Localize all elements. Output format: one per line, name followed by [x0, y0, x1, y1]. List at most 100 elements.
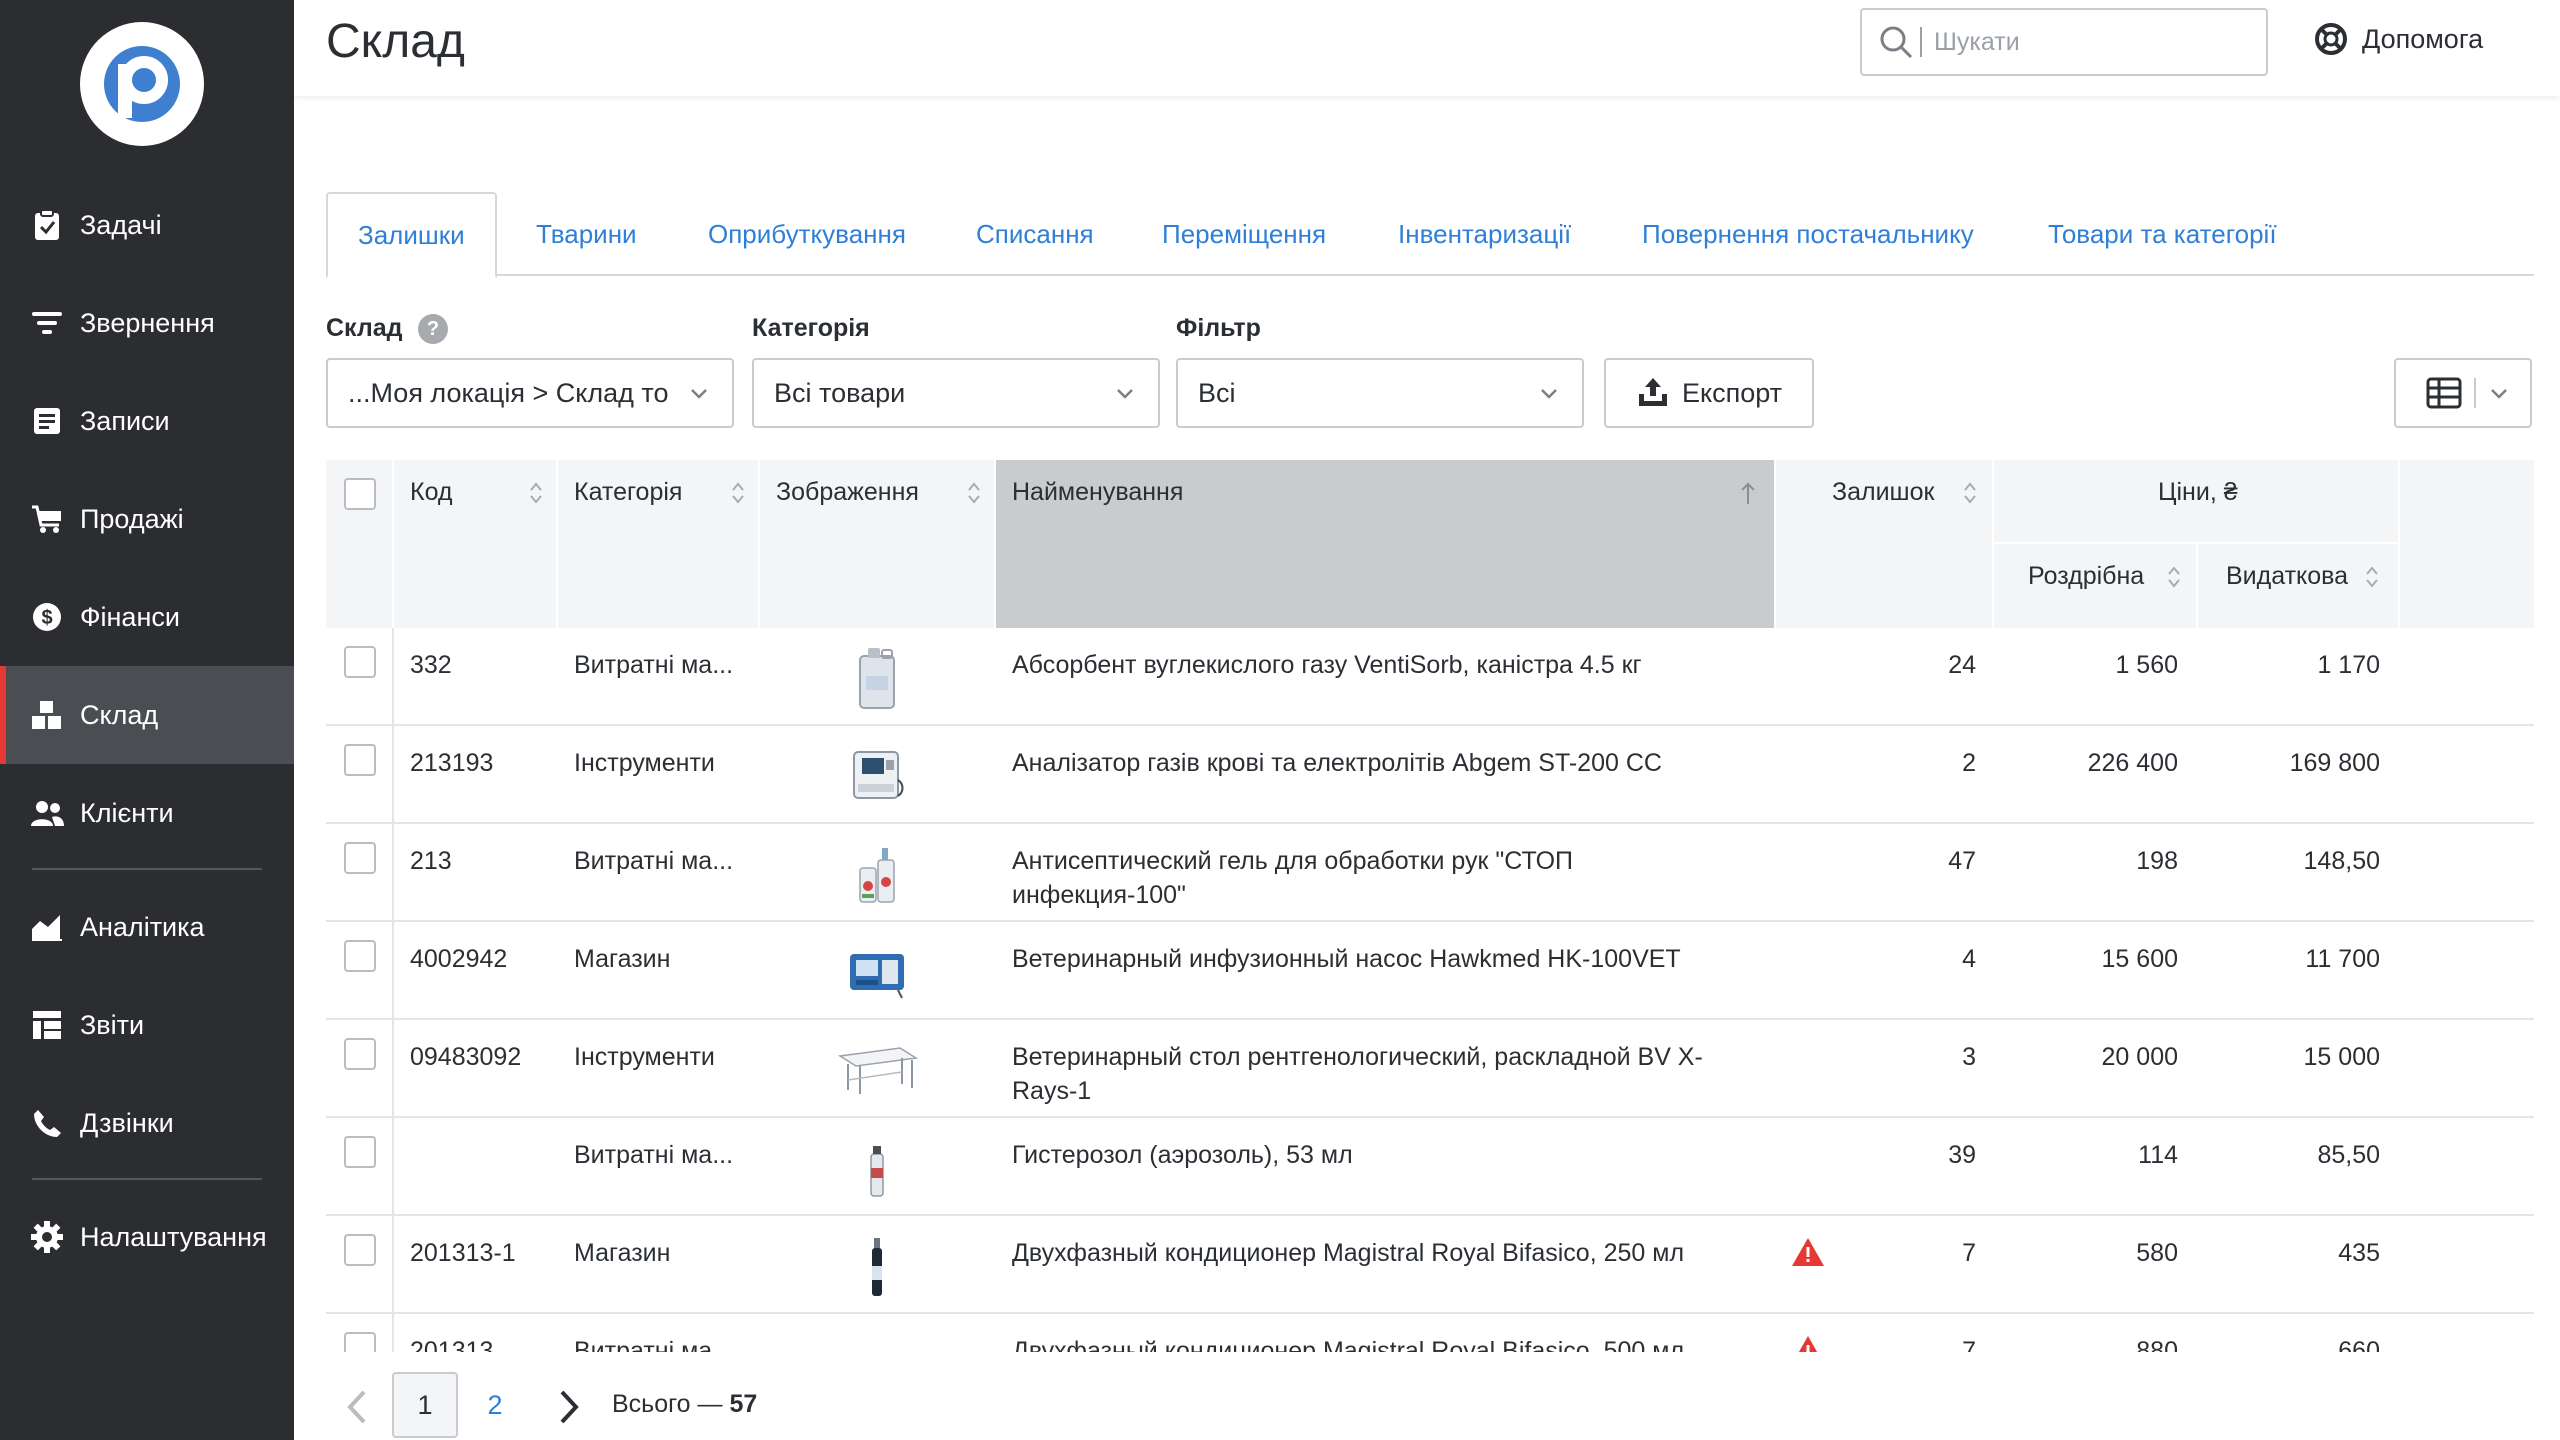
sidebar-item-label: Фінанси — [80, 601, 180, 632]
table-row[interactable]: 332 Витратні ма... Абсорбент вуглекислог… — [326, 628, 2534, 726]
sidebar-item-settings[interactable]: Налаштування — [0, 1188, 294, 1286]
row-checkbox[interactable] — [344, 842, 376, 874]
cell-code: 201313-1 — [410, 1239, 516, 1267]
category-select-value: Всі товари — [774, 377, 906, 408]
column-divider — [758, 460, 760, 628]
column-header-stock[interactable]: Залишок — [1776, 460, 1992, 628]
cell-retail-price: 198 — [2136, 847, 2178, 875]
tab-products-categories[interactable]: Товари та категорії — [2048, 192, 2277, 276]
sort-icon — [530, 482, 542, 504]
area-chart-icon — [30, 910, 64, 944]
cell-stock: 4 — [1962, 945, 1976, 973]
cell-name[interactable]: Абсорбент вуглекислого газу VentiSorb, к… — [1012, 648, 1752, 682]
row-checkbox[interactable] — [344, 1038, 376, 1070]
cell-outgoing-price: 85,50 — [2317, 1141, 2380, 1169]
cell-outgoing-price: 660 — [2338, 1337, 2380, 1352]
table-row[interactable]: 213 Витратні ма... Антисептический гель … — [326, 824, 2534, 922]
sidebar-item-label: Склад — [80, 699, 159, 730]
category-select[interactable]: Всі товари — [752, 358, 1160, 428]
search-box[interactable] — [1860, 8, 2268, 76]
table-row[interactable]: 4002942 Магазин Ветеринарный инфузионный… — [326, 922, 2534, 1020]
page-button-current[interactable]: 1 — [392, 1372, 458, 1438]
chevron-right-icon[interactable] — [554, 1388, 584, 1426]
row-checkbox[interactable] — [344, 744, 376, 776]
sidebar-item-label: Дзвінки — [80, 1107, 174, 1138]
row-checkbox[interactable] — [344, 1332, 376, 1352]
export-button[interactable]: Експорт — [1604, 358, 1814, 428]
table-row[interactable]: Витратні ма... Гистерозол (аэрозоль), 53… — [326, 1118, 2534, 1216]
columns-toggle-button[interactable] — [2394, 358, 2532, 428]
sidebar-item-warehouse[interactable]: Склад — [0, 666, 294, 764]
cell-name[interactable]: Ветеринарный инфузионный насос Hawkmed H… — [1012, 942, 1752, 976]
status-filter-select[interactable]: Всі — [1176, 358, 1584, 428]
folding-table-image — [837, 1047, 919, 1094]
row-checkbox[interactable] — [344, 940, 376, 972]
tab-animals[interactable]: Тварини — [536, 192, 637, 276]
cell-name[interactable]: Двухфазный кондиционер Magistral Royal B… — [1012, 1236, 1752, 1270]
column-header-label: Категорія — [574, 478, 683, 506]
warehouse-select[interactable]: ...Моя локація > Склад то — [326, 358, 734, 428]
analyzer-image — [853, 751, 904, 799]
sidebar-item-finance[interactable]: $ Фінанси — [0, 568, 294, 666]
notes-icon — [30, 404, 64, 438]
column-header-outgoing[interactable]: Видаткова — [2198, 544, 2398, 628]
sidebar-item-calls[interactable]: Дзвінки — [0, 1074, 294, 1172]
sidebar-item-clients[interactable]: Клієнти — [0, 764, 294, 862]
warehouse-filter-label: Склад — [326, 314, 403, 342]
boxes-icon — [30, 698, 64, 732]
sidebar-item-records[interactable]: Записи — [0, 372, 294, 470]
row-checkbox[interactable] — [344, 1136, 376, 1168]
sidebar-item-tasks[interactable]: Задачі — [0, 176, 294, 274]
page-button[interactable]: 2 — [462, 1372, 528, 1438]
export-label: Експорт — [1681, 377, 1783, 408]
cell-name[interactable]: Ветеринарный стол рентгенологический, ра… — [1012, 1040, 1752, 1108]
column-divider — [994, 460, 996, 628]
sidebar-item-requests[interactable]: Звернення — [0, 274, 294, 372]
column-header-label: Роздрібна — [2028, 562, 2145, 590]
cell-outgoing-price: 15 000 — [2303, 1043, 2380, 1071]
chevron-down-icon — [691, 389, 707, 399]
tab-stock[interactable]: Залишки — [326, 192, 497, 278]
row-checkbox[interactable] — [344, 646, 376, 678]
sidebar-item-reports[interactable]: Звіти — [0, 976, 294, 1074]
cell-name[interactable]: Двухфазный кондиционер Magistral Royal B… — [1012, 1334, 1752, 1352]
cell-name[interactable]: Гистерозол (аэрозоль), 53 мл — [1012, 1138, 1752, 1172]
cell-name[interactable]: Аналізатор газів крові та електролітів A… — [1012, 746, 1752, 780]
sidebar-item-analytics[interactable]: Аналітика — [0, 878, 294, 976]
lifebuoy-icon — [2315, 23, 2347, 55]
help-question-icon[interactable]: ? — [418, 314, 448, 344]
chevron-left-icon[interactable] — [342, 1388, 372, 1426]
tab-supplier-returns[interactable]: Повернення постачальнику — [1642, 192, 1974, 276]
cell-code: 09483092 — [410, 1043, 522, 1071]
tab-receipts[interactable]: Оприбуткування — [708, 192, 906, 276]
select-all-checkbox[interactable] — [344, 478, 376, 510]
sidebar: Задачі Звернення Записи Продажі $ Фінанс… — [0, 0, 294, 1440]
help-link[interactable]: Допомога — [2314, 22, 2483, 56]
cell-retail-price: 15 600 — [2101, 945, 2178, 973]
table-grid-icon — [2426, 377, 2462, 409]
column-header-code[interactable]: Код — [394, 460, 556, 628]
sort-ascending-icon — [1741, 482, 1755, 504]
total-count-label: Всього — — [612, 1390, 730, 1418]
column-header-image[interactable]: Зображення — [760, 460, 994, 628]
table-row[interactable]: 09483092 Інструменти Ветеринарный стол р… — [326, 1020, 2534, 1118]
column-header-label: Видаткова — [2226, 562, 2349, 590]
row-checkbox[interactable] — [344, 1234, 376, 1266]
column-header-label: Залишок — [1832, 478, 1935, 506]
app-logo[interactable] — [80, 22, 204, 146]
table-row[interactable]: 213193 Інструменти Аналізатор газів кров… — [326, 726, 2534, 824]
column-header-name[interactable]: Найменування — [996, 460, 1774, 628]
search-input[interactable] — [1934, 27, 2234, 57]
tab-transfers[interactable]: Переміщення — [1162, 192, 1326, 276]
sidebar-item-sales[interactable]: Продажі — [0, 470, 294, 568]
cell-code: 4002942 — [410, 945, 508, 973]
table-row[interactable]: 201313-1 Магазин Двухфазный кондиционер … — [326, 1216, 2534, 1314]
sidebar-item-label: Продажі — [80, 503, 184, 534]
cell-name[interactable]: Антисептический гель для обработки рук "… — [1012, 844, 1752, 912]
tab-write-offs[interactable]: Списання — [976, 192, 1094, 276]
column-header-category[interactable]: Категорія — [558, 460, 758, 628]
tab-inventory[interactable]: Інвентаризації — [1398, 192, 1571, 276]
sort-icon — [1964, 482, 1976, 504]
table-row[interactable]: 201313 Витратні ма... Двухфазный кондици… — [326, 1314, 2534, 1352]
column-header-retail[interactable]: Роздрібна — [1994, 544, 2196, 628]
